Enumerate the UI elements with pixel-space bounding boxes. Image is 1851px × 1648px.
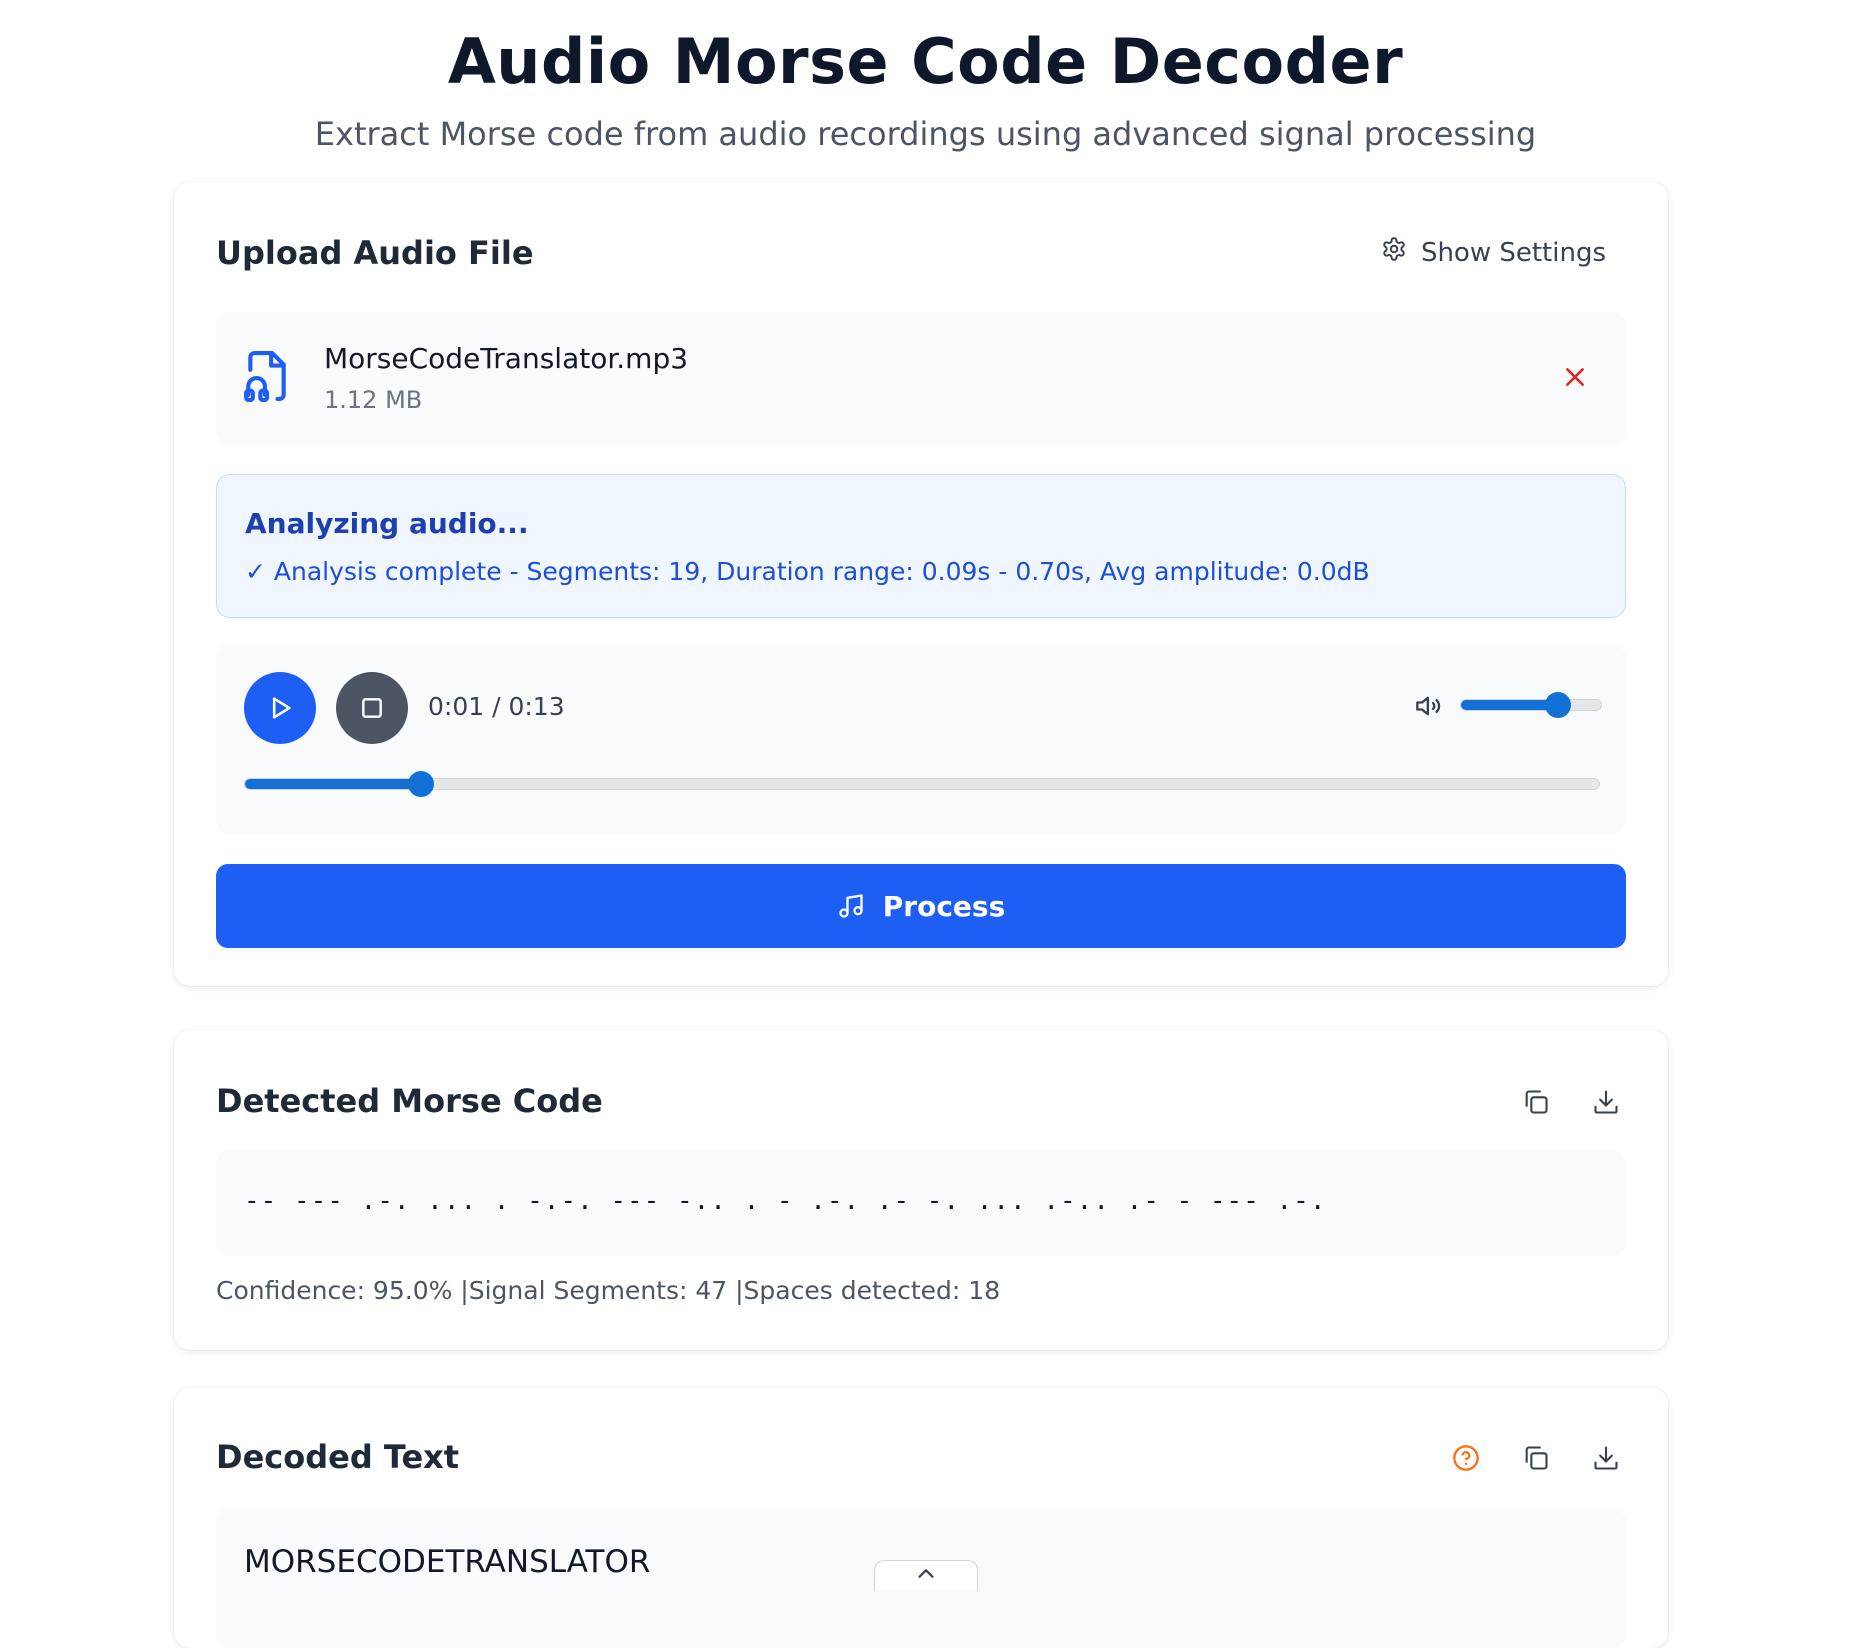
stop-icon xyxy=(362,698,382,718)
copy-morse-button[interactable] xyxy=(1516,1082,1556,1122)
morse-output: -- --- .-. ... . -.-. --- -.. . - .-. .-… xyxy=(216,1150,1626,1256)
remove-file-button[interactable] xyxy=(1562,364,1588,394)
decoded-card-title: Decoded Text xyxy=(216,1438,460,1476)
page-title: Audio Morse Code Decoder xyxy=(447,25,1404,98)
copy-icon xyxy=(1525,1090,1548,1114)
selected-file: MorseCodeTranslator.mp3 1.12 MB xyxy=(216,312,1626,446)
volume-slider[interactable] xyxy=(1460,692,1602,718)
download-icon xyxy=(1594,1090,1618,1114)
page-subtitle: Extract Morse code from audio recordings… xyxy=(314,115,1537,153)
help-button[interactable] xyxy=(1446,1438,1486,1478)
seek-slider[interactable] xyxy=(244,771,1600,797)
decoded-card: Decoded Text MORSECODETRANSLATOR xyxy=(174,1388,1668,1648)
download-decoded-button[interactable] xyxy=(1586,1438,1626,1478)
page-header: Audio Morse Code Decoder Extract Morse c… xyxy=(0,0,1851,154)
play-button[interactable] xyxy=(244,672,316,744)
upload-card: Upload Audio File Show Settings MorseCod… xyxy=(174,182,1668,986)
copy-icon xyxy=(1525,1446,1548,1470)
analysis-status-detail: ✓ Analysis complete - Segments: 19, Dura… xyxy=(245,557,1370,586)
volume-slider-thumb[interactable] xyxy=(1545,692,1571,718)
seek-slider-fill xyxy=(245,779,421,789)
volume-slider-fill xyxy=(1461,700,1558,710)
file-name: MorseCodeTranslator.mp3 xyxy=(324,342,689,375)
morse-code-text: -- --- .-. ... . -.-. --- -.. . - .-. .-… xyxy=(244,1186,1327,1216)
page: Audio Morse Code Decoder Extract Morse c… xyxy=(0,0,1851,1648)
analysis-status-title: Analyzing audio... xyxy=(245,507,529,540)
chevron-up-icon xyxy=(918,1569,934,1578)
seek-slider-thumb[interactable] xyxy=(408,771,434,797)
play-icon xyxy=(272,697,291,719)
morse-card-title: Detected Morse Code xyxy=(216,1082,603,1120)
analysis-status: Analyzing audio... ✓ Analysis complete -… xyxy=(216,474,1626,618)
show-settings-label: Show Settings xyxy=(1420,237,1606,268)
download-morse-button[interactable] xyxy=(1586,1082,1626,1122)
show-settings-button[interactable]: Show Settings xyxy=(1381,236,1606,269)
music-icon xyxy=(839,894,863,918)
copy-decoded-button[interactable] xyxy=(1516,1438,1556,1478)
playback-time: 0:01 / 0:13 xyxy=(428,692,565,721)
stop-button[interactable] xyxy=(336,672,408,744)
morse-card: Detected Morse Code -- --- .-. ... . -.-… xyxy=(174,1030,1668,1350)
file-size: 1.12 MB xyxy=(324,386,423,414)
volume-icon xyxy=(1414,692,1444,724)
morse-stats: Confidence: 95.0% |Signal Segments: 47 |… xyxy=(216,1276,1001,1305)
audio-player: 0:01 / 0:13 xyxy=(216,644,1626,834)
process-button-label: Process xyxy=(882,889,1006,923)
upload-card-title: Upload Audio File xyxy=(216,234,534,272)
gear-icon xyxy=(1381,236,1407,269)
help-icon xyxy=(1453,1445,1479,1471)
decoded-text: MORSECODETRANSLATOR xyxy=(244,1544,651,1580)
process-button[interactable]: Process xyxy=(216,864,1626,948)
close-icon xyxy=(1566,368,1584,386)
audio-file-icon xyxy=(242,348,292,408)
download-icon xyxy=(1594,1446,1618,1470)
